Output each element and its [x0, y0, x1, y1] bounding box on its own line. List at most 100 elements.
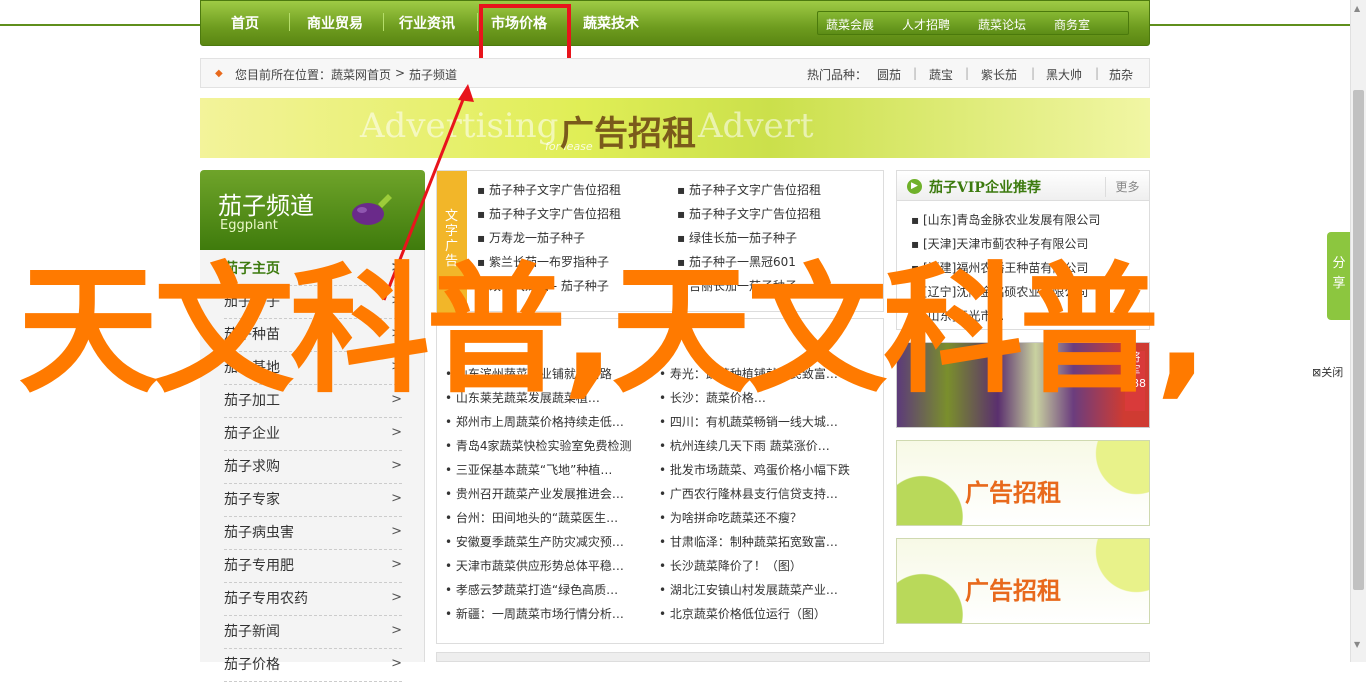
news-link[interactable]: • 北京蔬菜价格低位运行（图）	[659, 605, 826, 622]
news-title: 长沙蔬菜降价了！（图）	[669, 559, 802, 573]
news-link[interactable]: • 广西农行隆林县支行信贷支持…	[659, 485, 838, 502]
banner-faint-text: Advert	[698, 106, 814, 146]
news-link[interactable]: • 台州：田间地头的“蔬菜医生…	[445, 509, 618, 526]
text-ad-link[interactable]: ▪ 茄子种子文字广告位招租	[477, 205, 621, 222]
news-link[interactable]: • 安徽夏季蔬菜生产防灾减灾预…	[445, 533, 624, 550]
news-title: 贵州召开蔬菜产业发展推进会…	[455, 487, 624, 501]
banner-title: 广告招租	[560, 114, 696, 154]
scroll-thumb[interactable]	[1353, 90, 1364, 590]
chevron-right-icon: >	[391, 557, 402, 572]
text-ad-link[interactable]: ▪ 万寿龙一茄子种子	[477, 229, 585, 246]
hot-varieties-label: 热门品种：	[807, 68, 868, 82]
nav-link-business[interactable]: 商务室	[1054, 16, 1090, 33]
menu-item-news[interactable]: 茄子新闻 >	[224, 621, 402, 649]
menu-item-label: 茄子求购	[224, 459, 280, 475]
news-link[interactable]: • 孝感云梦蔬菜打造“绿色高质…	[445, 581, 618, 598]
vip-company-name: [天津]天津市蓟农种子有限公司	[922, 237, 1089, 251]
news-title: 安徽夏季蔬菜生产防灾减灾预…	[455, 535, 624, 549]
nav-separator	[477, 13, 478, 31]
news-link[interactable]: • 贵州召开蔬菜产业发展推进会…	[445, 485, 624, 502]
nav-link-exhibition[interactable]: 蔬菜会展	[826, 16, 874, 33]
news-link[interactable]: • 青岛4家蔬菜快检实验室免费检测	[445, 437, 632, 454]
text-ad-label: 绿佳长茄一茄子种子	[688, 231, 797, 245]
menu-item-enterprise[interactable]: 茄子企业 >	[224, 423, 402, 451]
breadcrumb-current[interactable]: 茄子频道	[409, 66, 457, 83]
news-title: 三亚保基本蔬菜“飞地”种植…	[455, 463, 613, 477]
channel-subtitle: Eggplant	[220, 218, 278, 233]
chevron-right-icon: >	[391, 491, 402, 506]
channel-header: 茄子频道 Eggplant	[200, 170, 425, 250]
vip-company-name: [山东]青岛金脉农业发展有限公司	[922, 213, 1101, 227]
bottom-tab-strip[interactable]	[436, 652, 1150, 662]
ad-box[interactable]: 广告招租	[896, 440, 1150, 526]
menu-item-price[interactable]: 茄子价格 >	[224, 654, 402, 682]
hot-variety-link[interactable]: 紫长茄	[981, 66, 1017, 83]
text-ad-link[interactable]: ▪ 茄子种子文字广告位招租	[677, 181, 821, 198]
nav-item-news[interactable]: 行业资讯	[399, 13, 455, 33]
news-title: 新疆：一周蔬菜市场行情分析…	[455, 607, 624, 621]
scroll-up-icon[interactable]: ▲	[1354, 4, 1360, 13]
menu-item-pests[interactable]: 茄子病虫害 >	[224, 522, 402, 550]
chevron-right-icon: >	[391, 656, 402, 671]
top-frame-line-right	[1150, 0, 1350, 26]
news-title: 天津市蔬菜供应形势总体平稳…	[455, 559, 624, 573]
menu-item-fertilizer[interactable]: 茄子专用肥 >	[224, 555, 402, 583]
menu-item-purchase[interactable]: 茄子求购 >	[224, 456, 402, 484]
diamond-icon: ◆	[215, 68, 223, 79]
menu-item-label: 茄子病虫害	[224, 525, 294, 541]
news-link[interactable]: • 湖北江安镇山村发展蔬菜产业…	[659, 581, 838, 598]
more-link[interactable]: 更多	[1105, 177, 1149, 197]
breadcrumb-home-link[interactable]: 蔬菜网首页	[331, 66, 391, 83]
scroll-down-icon[interactable]: ▼	[1354, 640, 1360, 649]
nav-separator	[383, 13, 384, 31]
menu-item-label: 茄子新闻	[224, 624, 280, 640]
menu-item-pesticide[interactable]: 茄子专用农药 >	[224, 588, 402, 616]
hot-variety-link[interactable]: 茄杂	[1109, 66, 1133, 83]
hot-variety-link[interactable]: 圆茄	[877, 66, 901, 83]
news-title: 甘肃临泽：制种蔬菜拓宽致富…	[669, 535, 838, 549]
eggplant-icon	[352, 194, 392, 225]
ad-box[interactable]: 广告招租	[896, 538, 1150, 624]
ad-box-label: 广告招租	[965, 479, 1061, 507]
news-link[interactable]: • 四川：有机蔬菜畅销一线大城…	[659, 413, 838, 430]
nav-link-forum[interactable]: 蔬菜论坛	[978, 16, 1026, 33]
news-link[interactable]: • 批发市场蔬菜、鸡蛋价格小幅下跌	[659, 461, 850, 478]
close-link[interactable]: ⊠关闭	[1312, 364, 1343, 380]
news-title: 四川：有机蔬菜畅销一线大城…	[669, 415, 838, 429]
nav-item-tech[interactable]: 蔬菜技术	[583, 13, 639, 33]
news-title: 杭州连续几天下雨 蔬菜涨价…	[669, 439, 830, 453]
close-icon: ⊠	[1312, 366, 1322, 379]
news-link[interactable]: • 杭州连续几天下雨 蔬菜涨价…	[659, 437, 830, 454]
share-tab[interactable]: 分享	[1327, 232, 1351, 320]
news-link[interactable]: • 为啥拼命吃蔬菜还不瘦？	[659, 509, 802, 526]
menu-item-label: 茄子企业	[224, 426, 280, 442]
watermark-overlay-text: 天文科普,天文科普,	[18, 250, 1208, 413]
nav-link-jobs[interactable]: 人才招聘	[902, 16, 950, 33]
vip-title: 茄子VIP企业推荐	[929, 180, 1041, 196]
news-link[interactable]: • 郑州市上周蔬菜价格持续走低…	[445, 413, 624, 430]
hot-separator: |	[913, 66, 918, 80]
news-link[interactable]: • 三亚保基本蔬菜“飞地”种植…	[445, 461, 612, 478]
menu-item-experts[interactable]: 茄子专家 >	[224, 489, 402, 517]
nav-item-trade[interactable]: 商业贸易	[307, 13, 363, 33]
vip-company-link[interactable]: ▪ [山东]青岛金脉农业发展有限公司	[911, 211, 1100, 228]
text-ad-link[interactable]: ▪ 茄子种子文字广告位招租	[677, 205, 821, 222]
text-ad-link[interactable]: ▪ 茄子种子文字广告位招租	[477, 181, 621, 198]
text-ad-label: 茄子种子文字广告位招租	[688, 207, 821, 221]
news-link[interactable]: • 甘肃临泽：制种蔬菜拓宽致富…	[659, 533, 838, 550]
text-ad-label: 茄子种子文字广告位招租	[688, 183, 821, 197]
news-link[interactable]: • 长沙蔬菜降价了！（图）	[659, 557, 802, 574]
hot-variety-link[interactable]: 蔬宝	[929, 66, 953, 83]
news-title: 台州：田间地头的“蔬菜医生…	[455, 511, 619, 525]
text-ad-link[interactable]: ▪ 绿佳长茄一茄子种子	[677, 229, 797, 246]
hot-variety-link[interactable]: 黑大帅	[1046, 66, 1082, 83]
close-label: 关闭	[1321, 366, 1344, 379]
menu-item-label: 茄子专用肥	[224, 558, 294, 574]
page-scrollbar[interactable]: ▲ ▼	[1350, 0, 1366, 662]
nav-item-home[interactable]: 首页	[231, 13, 259, 33]
advertising-banner[interactable]: Advertising Advert for lease 广告招租	[200, 98, 1150, 158]
news-link[interactable]: • 新疆：一周蔬菜市场行情分析…	[445, 605, 624, 622]
chevron-right-icon: >	[391, 623, 402, 638]
news-title: 郑州市上周蔬菜价格持续走低…	[455, 415, 624, 429]
news-link[interactable]: • 天津市蔬菜供应形势总体平稳…	[445, 557, 624, 574]
